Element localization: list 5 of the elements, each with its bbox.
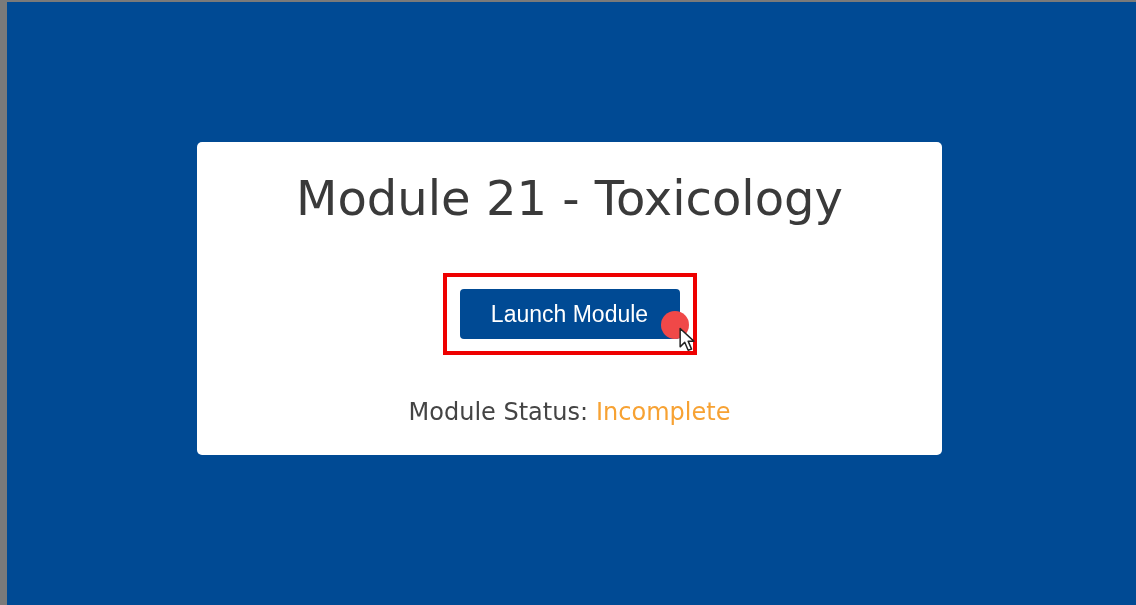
launch-module-button[interactable]: Launch Module: [459, 289, 680, 339]
status-value: Incomplete: [596, 397, 731, 427]
mouse-pointer-icon: [678, 327, 695, 353]
status-label: Module Status:: [408, 397, 589, 427]
module-title: Module 21 - Toxicology: [296, 169, 843, 228]
